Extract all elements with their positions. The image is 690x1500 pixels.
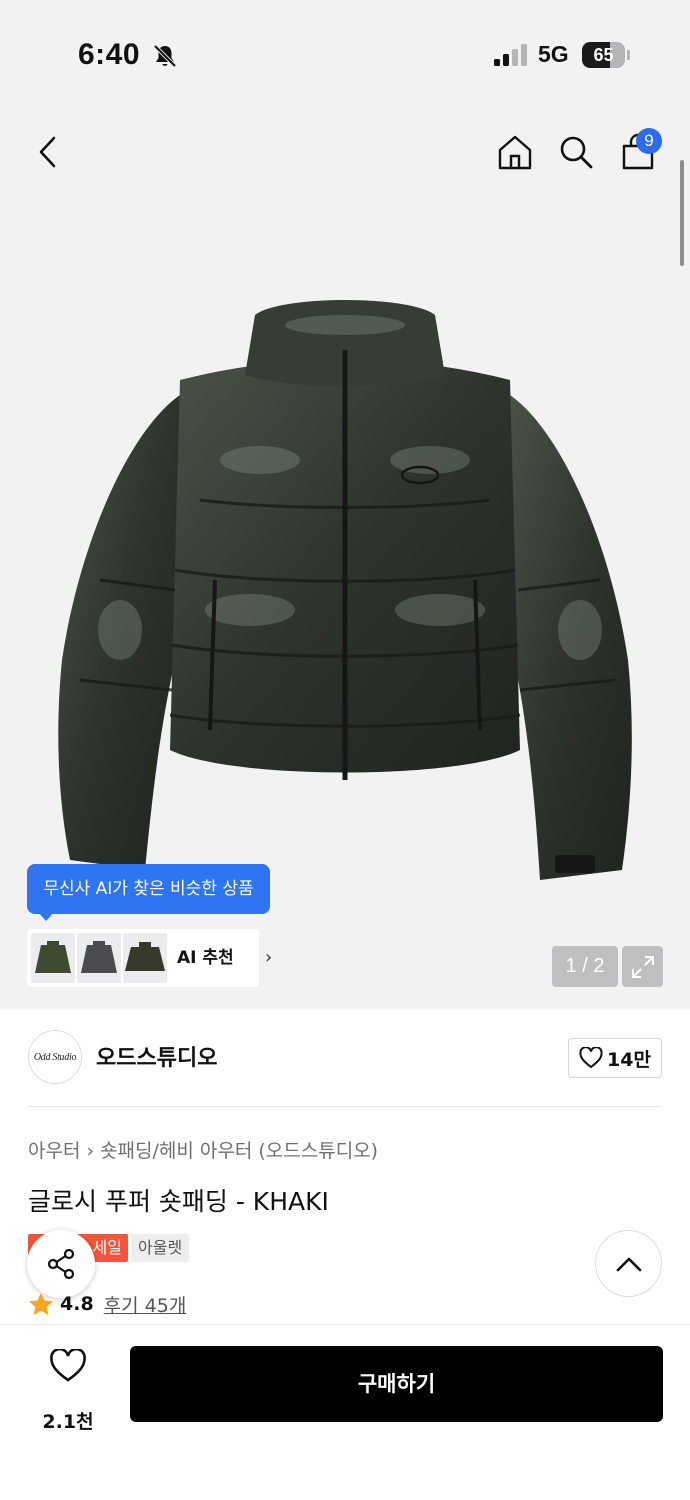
reviews-link[interactable]: 후기 45개 (104, 1291, 187, 1318)
battery-percent: 65 (593, 45, 614, 65)
ai-recommend-strip[interactable]: AI 추천 › (27, 929, 272, 987)
heart-icon (579, 1047, 603, 1069)
brand-like-button[interactable]: 14만 (568, 1038, 662, 1078)
ai-thumb-1[interactable] (31, 933, 75, 983)
product-image[interactable] (40, 280, 650, 900)
ai-similar-tooltip[interactable]: 무신사 AI가 찾은 비슷한 상품 (27, 864, 270, 914)
rating-value: 4.8 (60, 1293, 94, 1315)
ai-thumb-3[interactable] (123, 933, 167, 983)
search-icon (560, 136, 593, 169)
chevron-right-icon: › (86, 1140, 95, 1162)
status-time: 6:40 (78, 38, 141, 71)
cart-count-badge: 9 (636, 128, 662, 154)
bottom-action-bar: 2.1천 구매하기 (0, 1324, 690, 1500)
share-button[interactable] (27, 1230, 95, 1298)
chevron-up-icon (616, 1257, 641, 1271)
divider (28, 1106, 662, 1107)
chevron-left-icon (39, 136, 56, 168)
network-type: 5G (538, 41, 569, 67)
brand-name[interactable]: 오드스튜디오 (96, 1040, 217, 1072)
back-button[interactable] (24, 128, 72, 176)
outlet-badge: 아울렛 (131, 1234, 190, 1262)
scrollbar-thumb[interactable] (680, 160, 684, 266)
ai-thumb-2[interactable] (77, 933, 121, 983)
rating-row: 4.8 후기 45개 (28, 1290, 186, 1318)
share-icon (47, 1248, 75, 1280)
status-bar: 6:40 5G 65 (0, 30, 690, 82)
home-button[interactable] (491, 128, 539, 176)
home-icon (498, 135, 532, 170)
chevron-right-icon: › (265, 947, 273, 968)
scroll-top-button[interactable] (595, 1230, 662, 1297)
expand-icon (631, 955, 654, 978)
signal-icon (494, 44, 527, 66)
bell-off-icon (153, 44, 177, 68)
brand-like-count: 14만 (607, 1048, 651, 1071)
battery-icon: 65 (582, 42, 630, 68)
breadcrumb: 아우터 › 숏패딩/헤비 아우터 (오드스튜디오) (28, 1136, 378, 1163)
wishlist-count: 2.1천 (42, 1411, 94, 1433)
breadcrumb-subcategory[interactable]: 숏패딩/헤비 아우터 (오드스튜디오) (100, 1140, 378, 1162)
ai-tooltip-tail (38, 912, 54, 921)
expand-image-button[interactable] (622, 946, 663, 987)
brand-logo[interactable]: Odd Studio (28, 1030, 82, 1084)
product-title: 글로시 푸퍼 숏패딩 - KHAKI (28, 1187, 329, 1216)
heart-icon (50, 1349, 86, 1382)
search-button[interactable] (552, 128, 600, 176)
breadcrumb-category[interactable]: 아우터 (28, 1140, 80, 1162)
star-icon (29, 1293, 53, 1315)
image-page-indicator: 1 / 2 (552, 946, 618, 987)
wishlist-button[interactable]: 2.1천 (28, 1345, 108, 1433)
ai-recommend-label: AI 추천 (177, 948, 234, 968)
buy-button[interactable]: 구매하기 (130, 1346, 663, 1422)
